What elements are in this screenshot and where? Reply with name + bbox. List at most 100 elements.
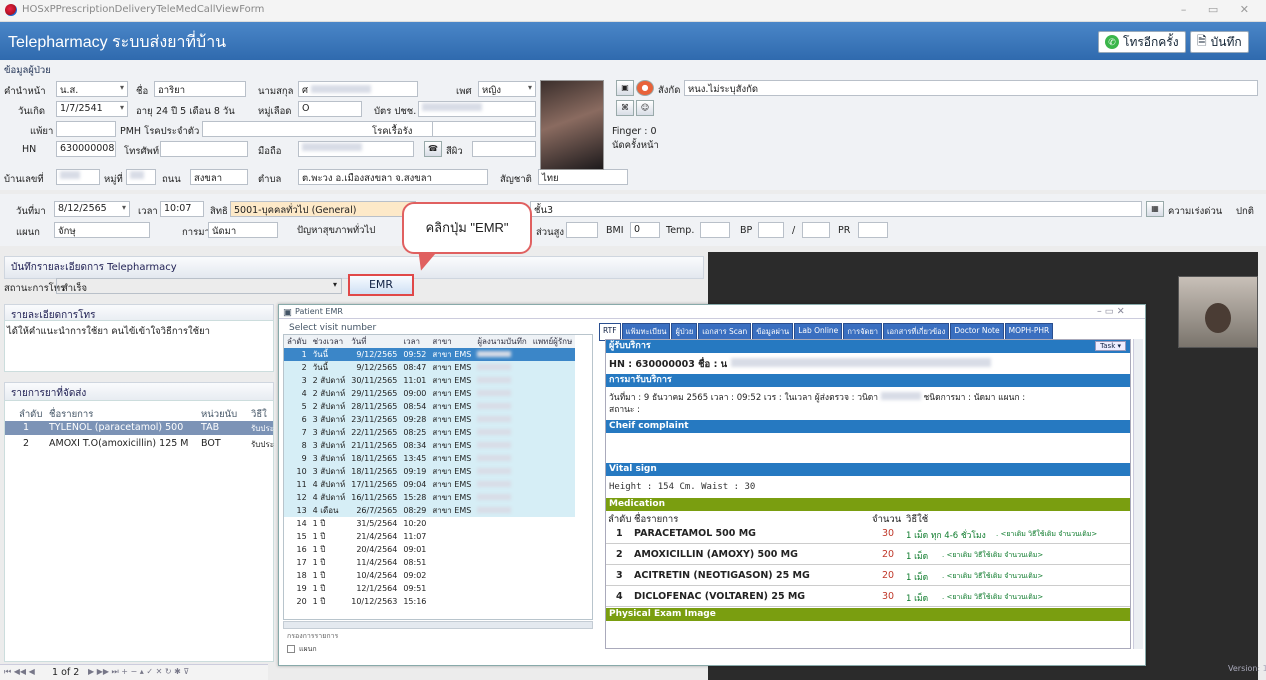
- visit-cell-date: 21/11/2565: [351, 441, 398, 450]
- report-scrollbar[interactable]: [1133, 339, 1143, 649]
- mobile-field[interactable]: [298, 141, 414, 157]
- prefix-select[interactable]: น.ส.: [56, 81, 128, 97]
- visit-row[interactable]: 7 3 สัปดาห์ 22/11/2565 08:25 สาขา EMS: [284, 426, 576, 439]
- call-detail-textarea[interactable]: ได้ให้คำแนะนำการใช้ยา คนไข้เข้าใจวิธีการ…: [4, 320, 274, 372]
- visit-row[interactable]: 20 1 ปี 10/12/2563 15:16: [284, 595, 576, 608]
- blood-field[interactable]: O: [298, 101, 362, 117]
- person-icon: [1205, 303, 1231, 333]
- cc-header: Cheif complaint: [606, 420, 1130, 433]
- last-name-field[interactable]: ศ: [298, 81, 418, 97]
- moo-field[interactable]: [126, 169, 156, 185]
- visit-row[interactable]: 11 4 สัปดาห์ 17/11/2565 09:04 สาขา EMS: [284, 478, 576, 491]
- dob-picker[interactable]: 1/7/2541: [56, 101, 128, 117]
- filter-checkbox[interactable]: [287, 645, 295, 653]
- phone-edit-button[interactable]: ☎: [424, 141, 442, 157]
- window-title: HOSxPPrescriptionDeliveryTeleMedCallView…: [22, 4, 265, 15]
- pager-text: 1 of 2: [52, 667, 80, 678]
- calendar-icon[interactable]: ▦: [1146, 201, 1164, 217]
- visit-cell-no: 2: [301, 363, 307, 372]
- allergy-field[interactable]: [56, 121, 116, 137]
- hn-line: HN : 630000003 ชื่อ : น: [609, 357, 991, 372]
- camera-icon[interactable]: ▣: [616, 80, 634, 96]
- road-field[interactable]: สงขลา: [190, 169, 248, 185]
- call-again-button[interactable]: ✆ โทรอีกครั้ง: [1098, 31, 1186, 53]
- visit-cell-span: วันนี้: [312, 363, 329, 372]
- chronic-field[interactable]: [432, 121, 536, 137]
- visit-cell-span: 3 สัปดาห์: [312, 467, 346, 476]
- pr-field[interactable]: [858, 222, 888, 238]
- phone-field[interactable]: [160, 141, 248, 157]
- height-field[interactable]: [566, 222, 598, 238]
- visit-cell-recorder: [474, 400, 529, 413]
- drug-use: รับประ: [251, 424, 275, 433]
- visit-row[interactable]: 3 2 สัปดาห์ 30/11/2565 11:01 สาขา EMS: [284, 374, 576, 387]
- visit-row[interactable]: 4 2 สัปดาห์ 29/11/2565 09:00 สาขา EMS: [284, 387, 576, 400]
- task-dropdown[interactable]: Task ▾: [1095, 341, 1126, 351]
- right-extra-field[interactable]: ชั้น3: [530, 201, 1142, 217]
- record-icon[interactable]: ●: [636, 80, 654, 96]
- temp-field[interactable]: [700, 222, 730, 238]
- right-field[interactable]: 5001-บุคคลทั่วไป (General): [230, 201, 416, 217]
- visit-cell-no: 6: [301, 415, 307, 424]
- skin-field[interactable]: [472, 141, 536, 157]
- visit-line: วันที่มา : 9 ธันวาคม 2565 เวลา : 09:52 เ…: [609, 390, 1025, 404]
- pmh-field[interactable]: [202, 121, 452, 137]
- nation-field[interactable]: ไทย: [538, 169, 628, 185]
- table-row[interactable]: 1 TYLENOL (paracetamol) 500 TAB รับประ: [5, 421, 275, 435]
- visit-type-label: การมา: [182, 227, 210, 238]
- visit-row[interactable]: 18 1 ปี 10/4/2564 09:02: [284, 569, 576, 582]
- affil-label: สังกัด: [658, 85, 681, 96]
- visit-row[interactable]: 13 4 เดือน 26/7/2565 08:29 สาขา EMS: [284, 504, 576, 517]
- visit-cell-no: 7: [301, 428, 307, 437]
- redacted: [477, 351, 512, 357]
- redacted: [477, 390, 512, 396]
- visit-cell-branch: สาขา EMS: [432, 493, 472, 502]
- drug-table: ลำดับ ชื่อรายการ หน่วยนับ วิธีใ 1 TYLENO…: [4, 400, 274, 662]
- bp-dia-field[interactable]: [802, 222, 830, 238]
- visit-time-field[interactable]: 10:07: [160, 201, 204, 217]
- visit-list-scrollbar[interactable]: [283, 621, 593, 629]
- visit-row[interactable]: 14 1 ปี 31/5/2564 10:20: [284, 517, 576, 530]
- bp-sys-field[interactable]: [758, 222, 784, 238]
- phone-icon: ✆: [1105, 35, 1119, 49]
- visit-row[interactable]: 15 1 ปี 21/4/2564 11:07: [284, 530, 576, 543]
- visit-row[interactable]: 10 3 สัปดาห์ 18/11/2565 09:19 สาขา EMS: [284, 465, 576, 478]
- call-status-select[interactable]: ▾: [56, 278, 342, 294]
- visit-cell-doctor: [530, 465, 576, 478]
- fingerprint-icon[interactable]: ⌘: [616, 100, 634, 116]
- visit-list: ลำดับ ช่วงเวลา วันที่ เวลา สาขา ผู้ลงนาม…: [283, 334, 593, 620]
- emr-button[interactable]: EMR: [348, 274, 414, 296]
- visit-row[interactable]: 2 วันนี้ 9/12/2565 08:47 สาขา EMS: [284, 361, 576, 374]
- dept-field[interactable]: จักษุ: [54, 222, 150, 238]
- nav-next-icon[interactable]: ▶ ▶▶ ⏭ + − ▴ ✓ ✕ ↻ ✱ ⊽: [88, 667, 189, 677]
- visit-row[interactable]: 17 1 ปี 11/4/2564 08:51: [284, 556, 576, 569]
- house-field[interactable]: [56, 169, 100, 185]
- visit-row[interactable]: 19 1 ปี 12/1/2564 09:51: [284, 582, 576, 595]
- drug-name: AMOXI T.O(amoxicillin) 125 M: [49, 438, 189, 449]
- visit-row[interactable]: 6 3 สัปดาห์ 23/11/2565 09:28 สาขา EMS: [284, 413, 576, 426]
- visit-type-field[interactable]: นัดมา: [208, 222, 278, 238]
- nav-first-icon[interactable]: ⏮ ◀◀ ◀: [4, 667, 35, 677]
- sex-select[interactable]: หญิง: [478, 81, 536, 97]
- visit-row[interactable]: 12 4 สัปดาห์ 16/11/2565 15:28 สาขา EMS: [284, 491, 576, 504]
- visit-row[interactable]: 16 1 ปี 20/4/2564 09:01: [284, 543, 576, 556]
- visit-row[interactable]: 8 3 สัปดาห์ 21/11/2565 08:34 สาขา EMS: [284, 439, 576, 452]
- version-label: Version: 141: [1228, 664, 1266, 673]
- cid-field[interactable]: [418, 101, 536, 117]
- user-icon[interactable]: ☺: [636, 100, 654, 116]
- affil-field[interactable]: หนง.ไม่ระบุสังกัด: [684, 80, 1258, 96]
- phone-label: โทรศัพท์: [124, 146, 160, 157]
- save-button[interactable]: 🗎 บันทึก: [1190, 31, 1249, 53]
- med-qty: 20: [882, 549, 895, 560]
- visit-date-picker[interactable]: 8/12/2565: [54, 201, 130, 217]
- hn-field[interactable]: 630000008: [56, 141, 116, 157]
- first-name-field[interactable]: อาริยา: [154, 81, 246, 97]
- bmi-field[interactable]: 0: [630, 222, 660, 238]
- emr-window-controls[interactable]: – ▭ ✕: [1097, 306, 1125, 317]
- visit-row[interactable]: 9 3 สัปดาห์ 18/11/2565 13:45 สาขา EMS: [284, 452, 576, 465]
- table-row[interactable]: 2 AMOXI T.O(amoxicillin) 125 M BOT รับปร…: [5, 437, 274, 451]
- tambon-field[interactable]: ต.พะวง อ.เมืองสงขลา จ.สงขลา: [298, 169, 488, 185]
- visit-row[interactable]: 1 วันนี้ 9/12/2565 09:52 สาขา EMS: [284, 348, 576, 361]
- window-controls[interactable]: – ▭ ✕: [1181, 3, 1258, 16]
- visit-row[interactable]: 5 2 สัปดาห์ 28/11/2565 08:54 สาขา EMS: [284, 400, 576, 413]
